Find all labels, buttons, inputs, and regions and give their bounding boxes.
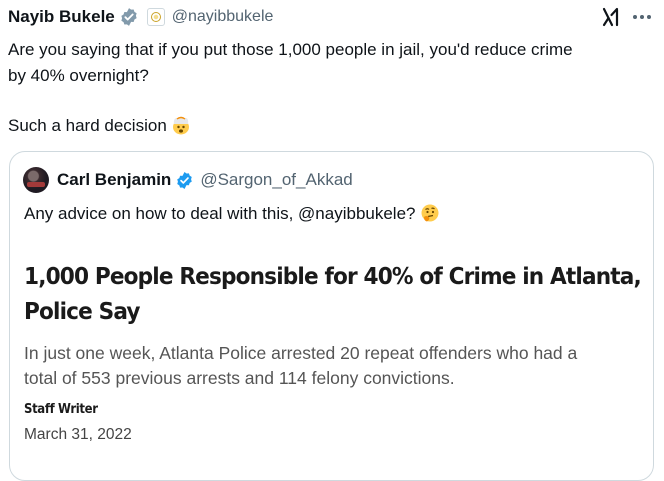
quoted-tweet-header: Carl Benjamin @Sargon_of_Akkad <box>23 166 353 194</box>
article-byline: Staff Writer <box>24 402 98 417</box>
thinking-face-emoji-icon <box>420 203 440 223</box>
tweet-header: Nayib Bukele @nayibbukele <box>8 4 273 30</box>
verified-badge-icon[interactable] <box>119 7 139 27</box>
tweet-text-line: Such a hard decision <box>8 113 658 139</box>
affiliate-badge-icon[interactable] <box>146 8 165 26</box>
avatar[interactable] <box>23 167 49 193</box>
more-options-icon[interactable] <box>630 6 654 28</box>
quoted-tweet-text-body: Any advice on how to deal with this, @na… <box>24 204 416 223</box>
verified-badge-icon[interactable] <box>175 171 194 190</box>
quoted-author-name[interactable]: Carl Benjamin <box>57 170 171 190</box>
tweet-text-line: by 40% overnight? <box>8 66 149 85</box>
tweet-text-line-2: Such a hard decision <box>8 116 167 135</box>
quoted-author-handle[interactable]: @Sargon_of_Akkad <box>200 170 352 190</box>
quoted-tweet-text: Any advice on how to deal with this, @na… <box>24 201 440 227</box>
author-handle[interactable]: @nayibbukele <box>172 8 274 26</box>
article-subheadline-line: total of 553 previous arrests and 114 fe… <box>24 368 455 388</box>
article-headline-line: Police Say <box>24 299 141 325</box>
article-subheadline-line: In just one week, Atlanta Police arreste… <box>24 343 578 363</box>
author-name[interactable]: Nayib Bukele <box>8 7 115 27</box>
tweet-text: Are you saying that if you put those 1,0… <box>8 37 658 139</box>
article-headline-line: 1,000 People Responsible for 40% of Crim… <box>24 264 642 290</box>
article-subheadline: In just one week, Atlanta Police arreste… <box>24 341 653 391</box>
tweet-text-line: Are you saying that if you put those 1,0… <box>8 40 573 59</box>
article-date: March 31, 2022 <box>24 426 132 443</box>
quoted-tweet-card[interactable]: Carl Benjamin @Sargon_of_Akkad Any advic… <box>9 151 654 481</box>
exploding-head-emoji-icon <box>171 115 191 135</box>
tweet: Nayib Bukele @nayibbukele Are you saying… <box>0 0 664 481</box>
grok-icon[interactable] <box>601 6 621 28</box>
article-headline[interactable]: 1,000 People Responsible for 40% of Crim… <box>24 260 642 330</box>
